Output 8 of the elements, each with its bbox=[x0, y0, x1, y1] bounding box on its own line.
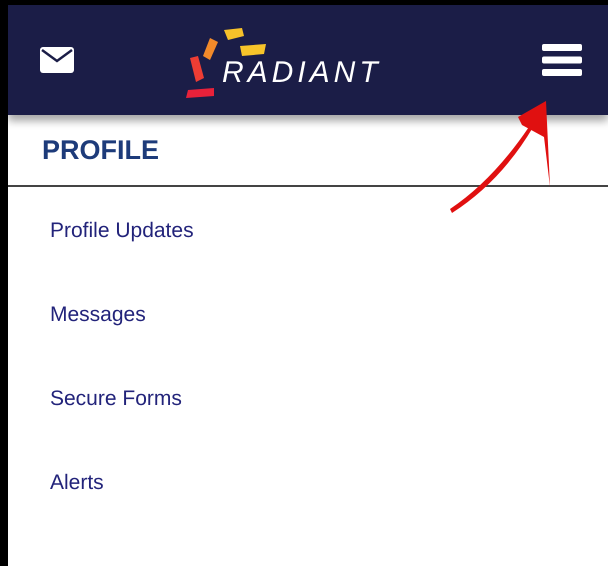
menu-link[interactable]: Alerts bbox=[50, 469, 104, 497]
menu-link[interactable]: Profile Updates bbox=[50, 217, 194, 245]
menu-link[interactable]: Messages bbox=[50, 301, 146, 329]
mail-icon[interactable] bbox=[40, 47, 74, 73]
menu-link[interactable]: Secure Forms bbox=[50, 385, 182, 413]
section-title: PROFILE bbox=[42, 134, 160, 167]
logo-text: RADIANT bbox=[222, 58, 382, 88]
menu-icon[interactable] bbox=[542, 44, 582, 76]
